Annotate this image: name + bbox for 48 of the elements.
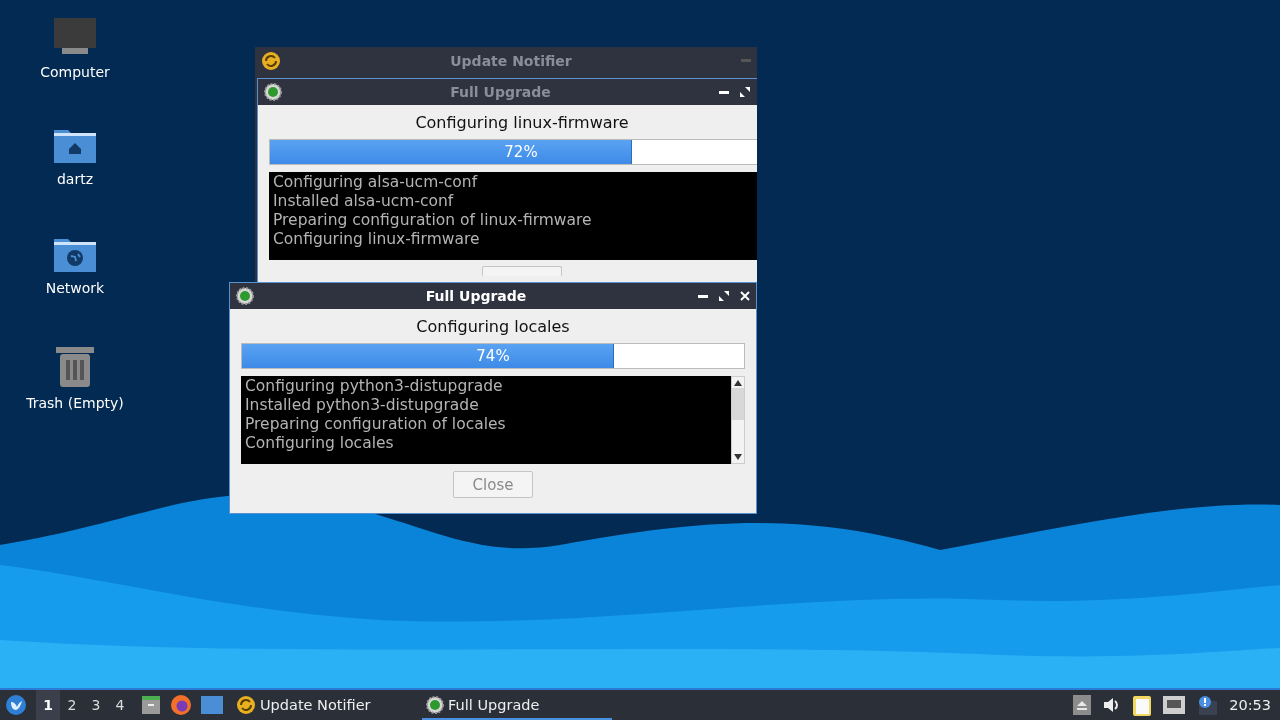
network-icon[interactable] <box>1163 696 1186 714</box>
status-text: Configuring locales <box>415 317 571 336</box>
log-line: Configuring linux-firmware <box>273 230 481 249</box>
eject-icon[interactable] <box>1073 695 1092 715</box>
gear-icon <box>426 696 444 714</box>
icon-label: Computer <box>40 64 110 80</box>
log-line: Configuring python3-distupgrade <box>245 377 504 396</box>
scroll-down-icon[interactable] <box>734 454 742 460</box>
close-icon[interactable] <box>740 291 750 301</box>
progress-reading: 72% <box>504 143 538 161</box>
network-folder-icon[interactable] <box>54 236 96 272</box>
window-title: Update Notifier <box>449 52 573 69</box>
icon-label: Trash (Empty) <box>26 395 124 411</box>
log-line: Preparing configuration of linux-firmware <box>273 211 593 230</box>
log-line: Installed python3-distupgrade <box>245 396 480 415</box>
scroll-up-icon[interactable] <box>734 380 742 386</box>
fox-browser-icon[interactable] <box>170 694 192 716</box>
workspace-button[interactable]: 1 <box>36 690 60 720</box>
task-button[interactable]: Full Upgrade <box>422 690 612 720</box>
notification-icon[interactable] <box>1197 695 1218 715</box>
scrollbar[interactable] <box>731 376 745 464</box>
window-title: Full Upgrade <box>449 84 552 100</box>
log-line: Preparing configuration of locales <box>245 415 507 434</box>
home-folder-icon[interactable] <box>54 127 96 163</box>
status-text: Configuring linux-firmware <box>414 113 630 132</box>
maximize-icon[interactable] <box>719 291 729 301</box>
icon-label: Network <box>45 280 105 296</box>
file-cabinet-icon[interactable] <box>141 695 161 715</box>
task-button[interactable]: Update Notifier <box>232 690 422 720</box>
log-line: Configuring locales <box>245 434 395 453</box>
gear-icon <box>236 287 254 305</box>
workspace-button[interactable]: 4 <box>108 690 132 720</box>
log-line: Installed alsa-ucm-conf <box>273 192 455 211</box>
update-icon <box>236 695 256 715</box>
clipboard-icon[interactable] <box>1133 694 1152 716</box>
update-icon <box>261 50 281 71</box>
monitor-icon[interactable] <box>54 18 96 56</box>
progress-reading: 74% <box>476 347 510 365</box>
menu-icon[interactable] <box>5 694 27 716</box>
workspace-button[interactable]: 2 <box>60 690 84 720</box>
gear-icon <box>264 83 282 101</box>
window-title: Full Upgrade <box>424 288 528 304</box>
trash-icon[interactable] <box>56 345 94 387</box>
minimize-icon[interactable] <box>698 294 708 298</box>
log-line: Configuring alsa-ucm-conf <box>273 173 479 192</box>
workspace-button[interactable]: 3 <box>84 690 108 720</box>
icon-label: dartz <box>56 171 94 187</box>
clock: 20:53 <box>1229 697 1271 713</box>
